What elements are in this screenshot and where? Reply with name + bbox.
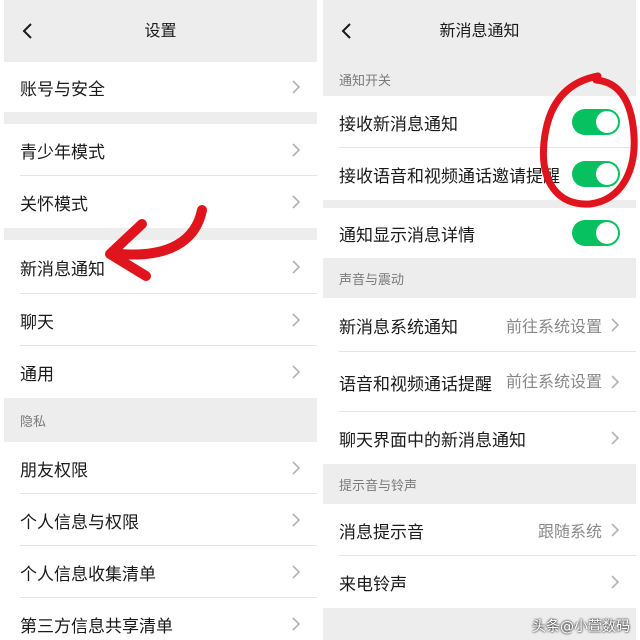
menu-item-label: 第三方信息共享清单 xyxy=(20,616,173,637)
menu-item-general[interactable]: 通用 xyxy=(4,346,317,398)
chevron-right-icon xyxy=(292,617,301,631)
setting-call-reminder[interactable]: 语音和视频通话提醒 前往系统设置 xyxy=(323,352,636,412)
setting-label: 接收新消息通知 xyxy=(339,114,458,135)
menu-item-account-security[interactable]: 账号与安全 xyxy=(4,62,317,112)
setting-receive-new-message: 接收新消息通知 xyxy=(323,96,636,148)
notify-header: 新消息通知 xyxy=(323,0,636,62)
chevron-right-icon xyxy=(611,318,620,332)
setting-ringtone[interactable]: 来电铃声 xyxy=(323,556,636,608)
setting-value: 前往系统设置 xyxy=(506,372,603,391)
setting-label: 新消息系统通知 xyxy=(339,317,458,338)
chevron-right-icon xyxy=(292,365,301,379)
setting-receive-call-invite: 接收语音和视频通话邀请提醒 xyxy=(323,148,636,200)
section-header-privacy: 隐私 xyxy=(4,398,317,442)
setting-label: 语音和视频通话提醒 xyxy=(339,374,492,395)
menu-item-label: 朋友权限 xyxy=(20,460,88,481)
section-header-sound: 声音与震动 xyxy=(323,258,636,298)
menu-item-care-mode[interactable]: 关怀模式 xyxy=(4,176,317,228)
menu-item-friend-permission[interactable]: 朋友权限 xyxy=(4,442,317,494)
menu-item-label: 账号与安全 xyxy=(20,79,105,100)
chevron-right-icon xyxy=(292,143,301,157)
chevron-right-icon xyxy=(292,80,301,94)
watermark: 头条@小萱数码 xyxy=(532,619,630,635)
menu-item-label: 聊天 xyxy=(20,312,54,333)
chevron-right-icon xyxy=(292,461,301,475)
menu-item-label: 通用 xyxy=(20,364,54,385)
receive-new-message-toggle[interactable] xyxy=(572,109,620,135)
chevron-right-icon xyxy=(611,375,620,389)
menu-item-label: 新消息通知 xyxy=(20,259,105,280)
chevron-right-icon xyxy=(611,523,620,537)
setting-label: 接收语音和视频通话邀请提醒 xyxy=(339,166,560,187)
chevron-right-icon xyxy=(292,195,301,209)
settings-header: 设置 xyxy=(4,0,317,62)
setting-value: 跟随系统 xyxy=(537,522,602,541)
menu-item-teen-mode[interactable]: 青少年模式 xyxy=(4,124,317,176)
setting-label: 消息提示音 xyxy=(339,522,424,543)
menu-item-label: 个人信息与权限 xyxy=(20,512,139,533)
menu-item-label: 青少年模式 xyxy=(20,142,105,163)
chevron-right-icon xyxy=(611,431,620,445)
section-header-notify: 通知开关 xyxy=(323,62,636,96)
setting-value: 前往系统设置 xyxy=(505,317,602,336)
section-header-tone: 提示音与铃声 xyxy=(323,464,636,504)
settings-panel: 设置 账号与安全 青少年模式 关怀模式 新消息通知 聊天 通用 隐私 朋友权限 … xyxy=(4,0,317,640)
menu-item-label: 关怀模式 xyxy=(20,194,88,215)
setting-show-message-detail: 通知显示消息详情 xyxy=(323,208,636,258)
chevron-right-icon xyxy=(292,260,301,274)
menu-item-new-message-notify[interactable]: 新消息通知 xyxy=(4,240,317,294)
setting-chat-notify[interactable]: 聊天界面中的新消息通知 xyxy=(323,412,636,464)
menu-item-chat[interactable]: 聊天 xyxy=(4,294,317,346)
chevron-right-icon xyxy=(611,575,620,589)
menu-item-label: 个人信息收集清单 xyxy=(20,564,156,585)
setting-message-tone[interactable]: 消息提示音 跟随系统 xyxy=(323,504,636,556)
page-title: 设置 xyxy=(144,21,177,40)
setting-system-notify[interactable]: 新消息系统通知 前往系统设置 xyxy=(323,298,636,352)
setting-label: 通知显示消息详情 xyxy=(339,225,475,246)
menu-item-third-party[interactable]: 第三方信息共享清单 xyxy=(4,598,317,640)
chevron-right-icon xyxy=(292,565,301,579)
setting-label: 来电铃声 xyxy=(339,574,407,595)
page-title: 新消息通知 xyxy=(439,21,520,40)
setting-label: 聊天界面中的新消息通知 xyxy=(339,430,526,451)
menu-item-collect-list[interactable]: 个人信息收集清单 xyxy=(4,546,317,598)
menu-item-personal-info[interactable]: 个人信息与权限 xyxy=(4,494,317,546)
show-message-detail-toggle[interactable] xyxy=(572,220,620,246)
chevron-right-icon xyxy=(292,313,301,327)
chevron-right-icon xyxy=(292,513,301,527)
receive-call-invite-toggle[interactable] xyxy=(572,161,620,187)
new-message-notify-panel: 新消息通知 通知开关 接收新消息通知 接收语音和视频通话邀请提醒 通知显示消息详… xyxy=(323,0,636,640)
